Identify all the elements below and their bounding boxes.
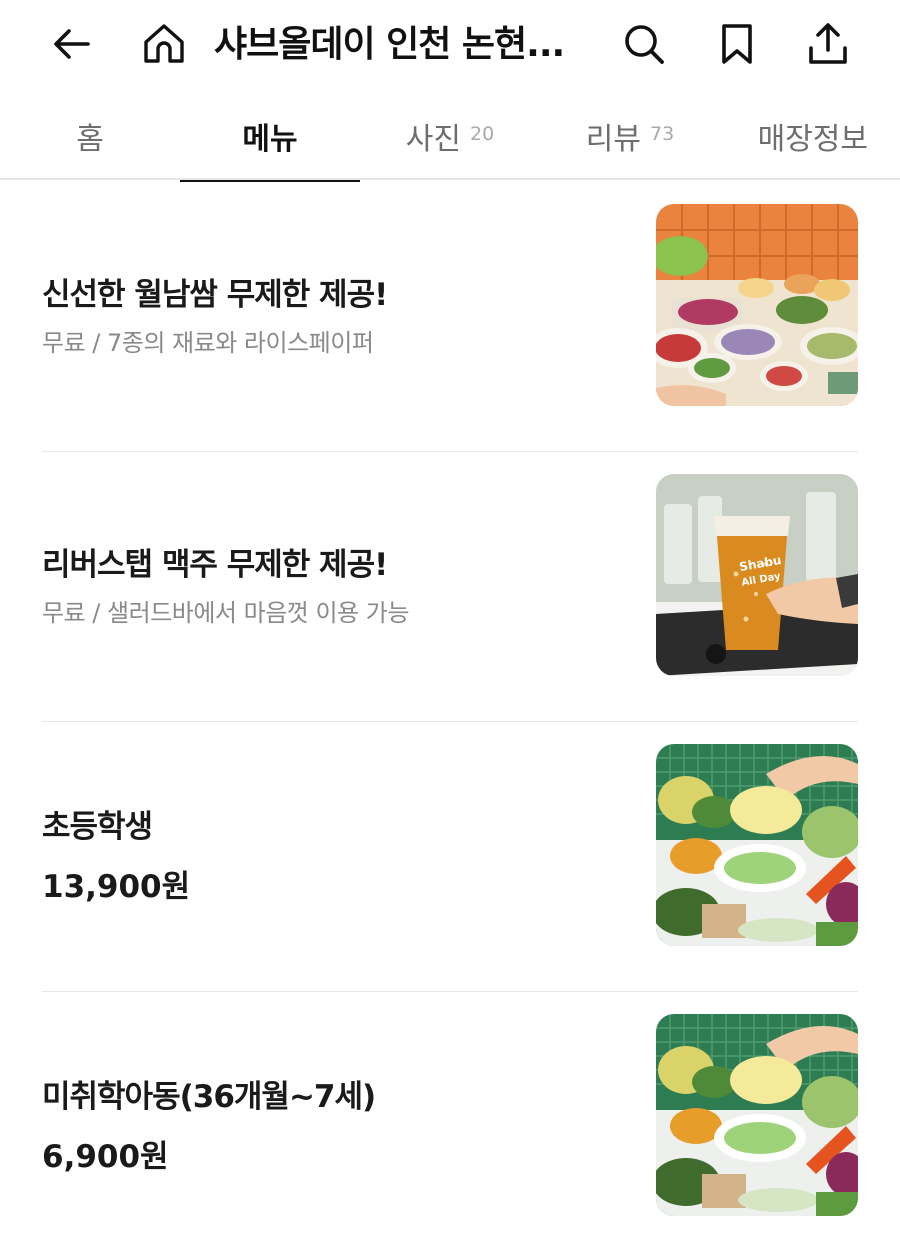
- back-button[interactable]: [48, 20, 96, 68]
- menu-item-photo: [656, 744, 858, 946]
- tab-label: 메뉴: [242, 122, 298, 157]
- search-icon: [625, 25, 664, 64]
- bookmark-button[interactable]: [713, 20, 761, 68]
- menu-item-name: 미취학아동(36개월~7세): [42, 1079, 376, 1115]
- tab-count: 20: [470, 123, 495, 145]
- menu-item[interactable]: 리버스탭 맥주 무제한 제공! 무료 / 샐러드바에서 마음껏 이용 가능 Sh…: [42, 452, 858, 722]
- menu-list: 신선한 월남쌈 무제한 제공! 무료 / 7종의 재료와 라이스페이퍼 리버스탭…: [42, 182, 858, 1245]
- menu-item-text: 미취학아동(36개월~7세) 6,900원: [42, 992, 622, 1245]
- tab-store-info[interactable]: 매장정보: [720, 92, 900, 180]
- tab-menu[interactable]: 메뉴: [180, 92, 360, 182]
- tab-label: 홈: [76, 122, 104, 157]
- arrow-left-icon: [54, 29, 90, 59]
- tab-bar: 홈 메뉴 사진 20 리뷰 73 매장정보: [0, 92, 900, 182]
- menu-item-price: 13,900원: [42, 869, 191, 905]
- share-icon: [809, 23, 847, 64]
- tab-photos[interactable]: 사진 20: [360, 92, 540, 180]
- menu-item-description: 무료 / 7종의 재료와 라이스페이퍼: [42, 329, 374, 357]
- menu-item-text: 초등학생 13,900원: [42, 722, 622, 992]
- menu-item-text: 신선한 월남쌈 무제한 제공! 무료 / 7종의 재료와 라이스페이퍼: [42, 182, 622, 452]
- tab-label: 매장정보: [757, 122, 868, 157]
- menu-item-text: 리버스탭 맥주 무제한 제공! 무료 / 샐러드바에서 마음껏 이용 가능: [42, 452, 622, 722]
- top-app-bar: 샤브올데이 인천 논현...: [0, 0, 900, 92]
- tab-label: 리뷰: [585, 122, 641, 157]
- menu-item-photo: [656, 204, 858, 406]
- tab-home[interactable]: 홈: [0, 92, 180, 180]
- tab-count: 73: [650, 123, 675, 145]
- menu-item-name: 초등학생: [42, 809, 153, 845]
- bookmark-icon: [722, 24, 752, 64]
- menu-item[interactable]: 초등학생 13,900원: [42, 722, 858, 992]
- menu-item-name: 리버스탭 맥주 무제한 제공!: [42, 547, 388, 583]
- home-button[interactable]: [140, 20, 188, 68]
- page-title: 샤브올데이 인천 논현...: [214, 24, 565, 65]
- share-button[interactable]: [804, 20, 852, 68]
- search-button[interactable]: [620, 20, 668, 68]
- menu-item-description: 무료 / 샐러드바에서 마음껏 이용 가능: [42, 599, 409, 627]
- menu-item-price: 6,900원: [42, 1139, 169, 1175]
- tab-label: 사진: [405, 122, 461, 157]
- menu-item[interactable]: 미취학아동(36개월~7세) 6,900원: [42, 992, 858, 1245]
- home-icon: [144, 24, 184, 63]
- tab-reviews[interactable]: 리뷰 73: [540, 92, 720, 180]
- menu-item[interactable]: 신선한 월남쌈 무제한 제공! 무료 / 7종의 재료와 라이스페이퍼: [42, 182, 858, 452]
- menu-item-photo: Shabu All Day: [656, 474, 858, 676]
- menu-item-name: 신선한 월남쌈 무제한 제공!: [42, 277, 388, 313]
- menu-item-photo: [656, 1014, 858, 1216]
